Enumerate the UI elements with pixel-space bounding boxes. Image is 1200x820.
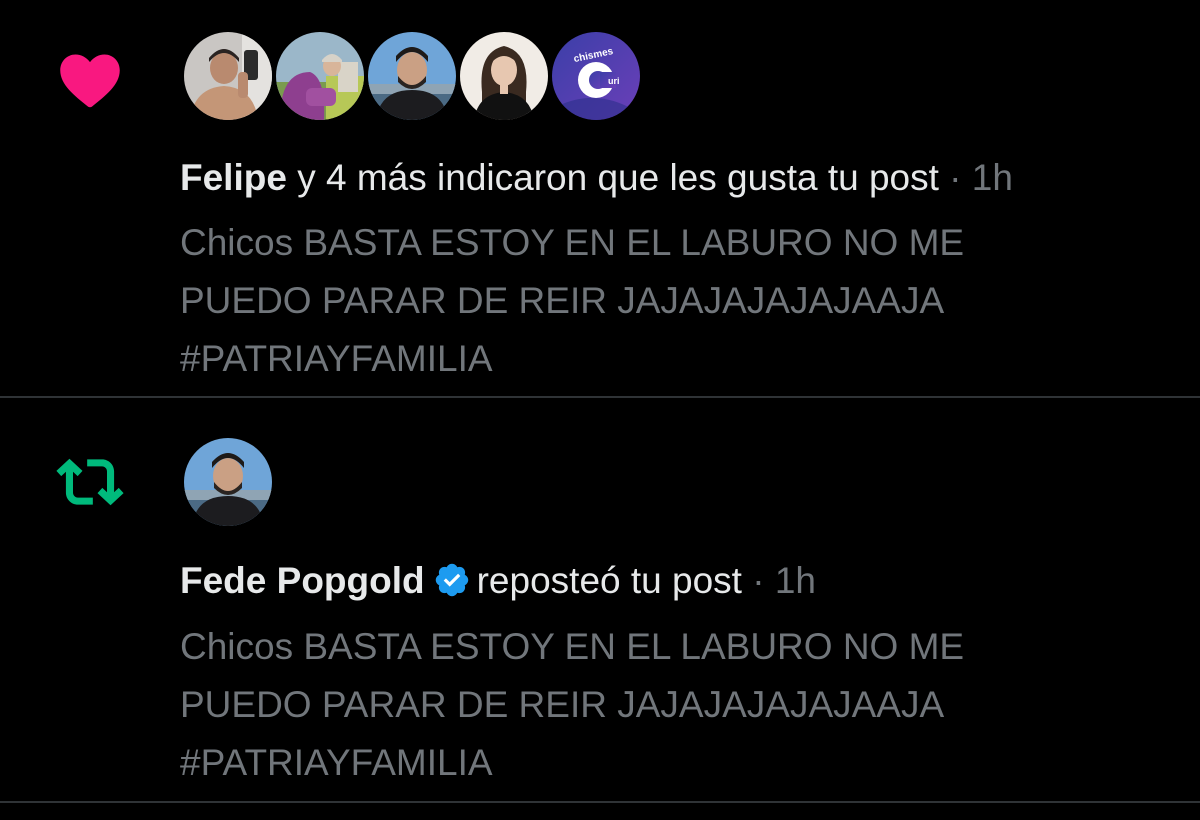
separator: ·: [741, 560, 775, 601]
actor-name[interactable]: Felipe: [180, 157, 287, 198]
post-hashtag: #PATRIAYFAMILIA: [180, 742, 493, 783]
repost-headline: Fede Popgold reposteó tu post · 1h: [180, 559, 816, 603]
repost-icon: [56, 458, 124, 506]
post-preview[interactable]: Chicos BASTA ESTOY EN EL LABURO NO ME PU…: [180, 618, 1140, 792]
avatar-felipe[interactable]: [184, 32, 272, 120]
repost-notification[interactable]: Fede Popgold reposteó tu post · 1h Chicos…: [0, 398, 1200, 802]
post-line: PUEDO PARAR DE REIR JAJAJAJAJAJAAJA: [180, 684, 945, 725]
post-line: PUEDO PARAR DE REIR JAJAJAJAJAJAAJA: [180, 280, 945, 321]
liker-avatars: chismes uri: [184, 32, 640, 120]
actor-name[interactable]: Fede Popgold: [180, 560, 425, 601]
like-notification[interactable]: chismes uri Felipe y 4 más indicaron que…: [0, 0, 1200, 397]
post-line: Chicos BASTA ESTOY EN EL LABURO NO ME: [180, 222, 965, 263]
action-text: reposteó tu post: [476, 560, 742, 601]
reposter-avatars: [184, 438, 272, 526]
action-text: y 4 más indicaron que les gusta tu post: [286, 157, 939, 198]
heart-icon: [60, 54, 120, 108]
post-hashtag: #PATRIAYFAMILIA: [180, 338, 493, 379]
avatar-fede-popgold[interactable]: [184, 438, 272, 526]
avatar-user-2[interactable]: [276, 32, 364, 120]
curi-logo-small: uri: [608, 76, 620, 86]
divider: [0, 801, 1200, 803]
separator: ·: [938, 157, 972, 198]
avatar-user-3[interactable]: [368, 32, 456, 120]
post-line: Chicos BASTA ESTOY EN EL LABURO NO ME: [180, 626, 965, 667]
timestamp: 1h: [774, 560, 816, 601]
verified-badge-icon: [435, 563, 468, 597]
like-headline: Felipe y 4 más indicaron que les gusta t…: [180, 156, 1013, 200]
avatar-chismes-curi[interactable]: chismes uri: [552, 32, 640, 120]
timestamp: 1h: [971, 157, 1013, 198]
avatar-user-4[interactable]: [460, 32, 548, 120]
post-preview[interactable]: Chicos BASTA ESTOY EN EL LABURO NO ME PU…: [180, 214, 1140, 388]
